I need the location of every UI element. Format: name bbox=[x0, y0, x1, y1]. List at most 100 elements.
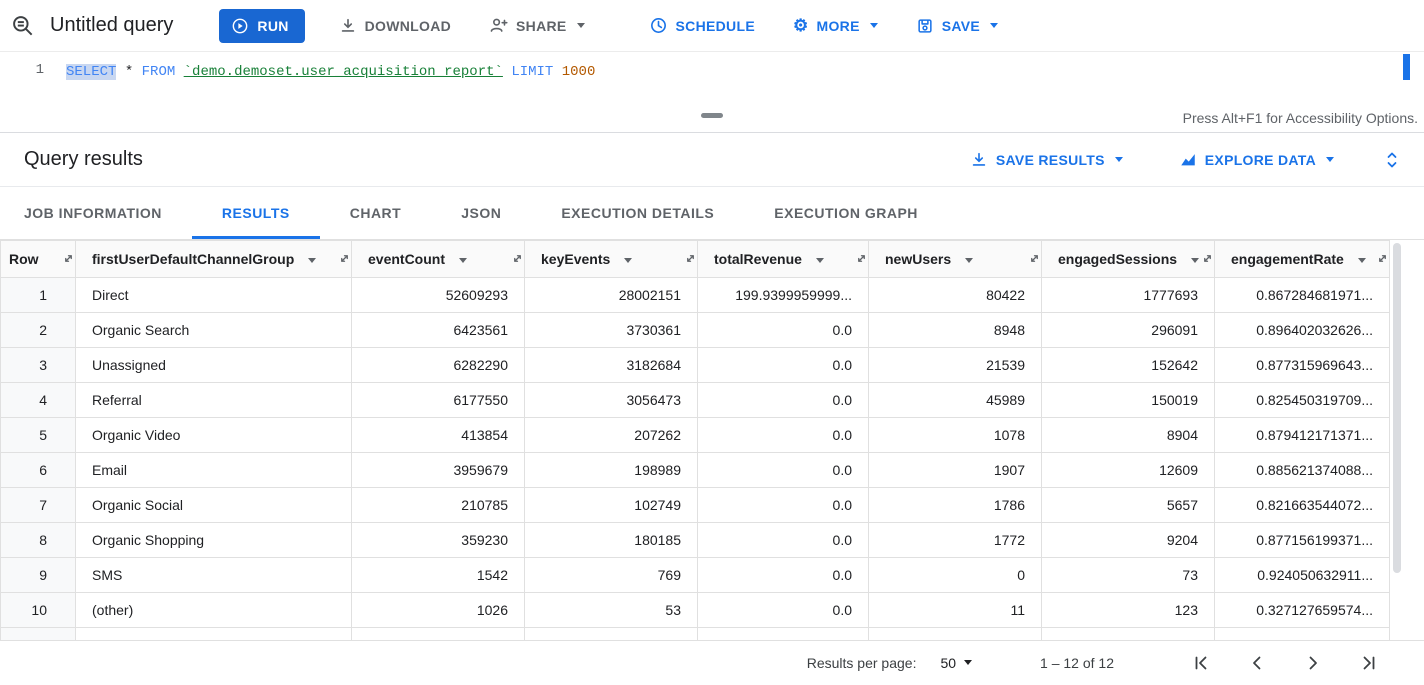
new-users-cell: 1907 bbox=[869, 453, 1042, 488]
page-range-label: 1 – 12 of 12 bbox=[1040, 655, 1114, 671]
page-size-select[interactable]: 50 bbox=[934, 654, 978, 672]
row-number-cell: 8 bbox=[1, 523, 76, 558]
key-events-cell: 180185 bbox=[525, 523, 698, 558]
sql-keyword-limit: LIMIT bbox=[503, 64, 562, 80]
column-header-newUsers[interactable]: newUsers bbox=[869, 241, 1042, 278]
event-count-cell: 52609293 bbox=[352, 278, 525, 313]
engagement-rate-cell: 0.867284681971... bbox=[1215, 278, 1390, 313]
column-header-totalRevenue[interactable]: totalRevenue bbox=[698, 241, 869, 278]
sort-caret-icon[interactable] bbox=[816, 258, 824, 263]
key-events-cell: 3056473 bbox=[525, 383, 698, 418]
channel-group-cell: Referral bbox=[76, 383, 352, 418]
table-row: 11 Paid Social 997 494 0.0 6 6 1.0 bbox=[1, 628, 1390, 641]
schedule-button[interactable]: SCHEDULE bbox=[645, 10, 759, 41]
play-circle-icon bbox=[231, 17, 249, 35]
key-events-cell: 769 bbox=[525, 558, 698, 593]
channel-group-cell: Organic Video bbox=[76, 418, 352, 453]
sql-keyword-from: FROM bbox=[142, 64, 184, 80]
editor-results-splitter: Press Alt+F1 for Accessibility Options. bbox=[0, 104, 1424, 133]
channel-group-cell: Unassigned bbox=[76, 348, 352, 383]
first-page-icon bbox=[1191, 653, 1211, 673]
table-vertical-scrollbar[interactable] bbox=[1393, 240, 1401, 640]
column-header-row[interactable]: Row bbox=[1, 241, 76, 278]
row-number-cell: 3 bbox=[1, 348, 76, 383]
engaged-sessions-cell: 150019 bbox=[1042, 383, 1215, 418]
column-resize-handle-icon[interactable] bbox=[1202, 253, 1213, 264]
expand-results-button[interactable] bbox=[1380, 148, 1404, 172]
channel-group-cell: (other) bbox=[76, 593, 352, 628]
event-count-cell: 413854 bbox=[352, 418, 525, 453]
save-results-button[interactable]: SAVE RESULTS bbox=[964, 150, 1129, 170]
sort-caret-icon[interactable] bbox=[965, 258, 973, 263]
splitter-drag-handle[interactable] bbox=[701, 113, 723, 118]
sql-table-reference-link[interactable]: `demo.demoset.user_acquisition_report` bbox=[184, 64, 503, 80]
tab-json[interactable]: JSON bbox=[431, 187, 531, 239]
new-users-cell: 8948 bbox=[869, 313, 1042, 348]
sql-keyword-select: SELECT bbox=[66, 64, 116, 80]
new-users-cell: 0 bbox=[869, 558, 1042, 593]
sort-caret-icon[interactable] bbox=[1358, 258, 1366, 263]
engaged-sessions-cell: 1777693 bbox=[1042, 278, 1215, 313]
column-resize-handle-icon[interactable] bbox=[1377, 253, 1388, 264]
channel-group-cell: Email bbox=[76, 453, 352, 488]
event-count-cell: 359230 bbox=[352, 523, 525, 558]
previous-page-button[interactable] bbox=[1244, 650, 1270, 676]
next-page-button[interactable] bbox=[1300, 650, 1326, 676]
column-header-firstUserDefaultChannelGroup[interactable]: firstUserDefaultChannelGroup bbox=[76, 241, 352, 278]
explore-data-button[interactable]: EXPLORE DATA bbox=[1173, 150, 1340, 170]
sql-editor[interactable]: 1 SELECT * FROM `demo.demoset.user_acqui… bbox=[0, 52, 1424, 104]
new-users-cell: 6 bbox=[869, 628, 1042, 641]
run-button[interactable]: RUN bbox=[219, 9, 304, 43]
column-header-eventCount[interactable]: eventCount bbox=[352, 241, 525, 278]
column-resize-handle-icon[interactable] bbox=[856, 253, 867, 264]
tab-results[interactable]: RESULTS bbox=[192, 187, 320, 239]
sort-caret-icon[interactable] bbox=[1191, 258, 1199, 263]
column-header-engagementRate[interactable]: engagementRate bbox=[1215, 241, 1390, 278]
chevron-down-icon bbox=[964, 660, 972, 665]
more-button[interactable]: ⚙ MORE bbox=[789, 11, 882, 40]
column-resize-handle-icon[interactable] bbox=[63, 253, 74, 264]
pagination-footer: Results per page: 50 1 – 12 of 12 bbox=[0, 640, 1424, 684]
channel-group-cell: Paid Social bbox=[76, 628, 352, 641]
sort-caret-icon[interactable] bbox=[308, 258, 316, 263]
share-button[interactable]: SHARE bbox=[485, 10, 589, 41]
column-resize-handle-icon[interactable] bbox=[685, 253, 696, 264]
tab-job-information[interactable]: JOB INFORMATION bbox=[0, 187, 192, 239]
row-number-cell: 9 bbox=[1, 558, 76, 593]
total-revenue-cell: 0.0 bbox=[698, 313, 869, 348]
tab-execution-graph[interactable]: EXECUTION GRAPH bbox=[744, 187, 948, 239]
save-icon bbox=[916, 17, 934, 35]
new-users-cell: 1078 bbox=[869, 418, 1042, 453]
column-resize-handle-icon[interactable] bbox=[1029, 253, 1040, 264]
engagement-rate-cell: 0.924050632911... bbox=[1215, 558, 1390, 593]
column-resize-handle-icon[interactable] bbox=[512, 253, 523, 264]
editor-line-number: 1 bbox=[0, 52, 56, 104]
key-events-cell: 53 bbox=[525, 593, 698, 628]
save-button[interactable]: SAVE bbox=[912, 11, 1002, 41]
tab-chart[interactable]: CHART bbox=[320, 187, 432, 239]
key-events-cell: 494 bbox=[525, 628, 698, 641]
first-page-button[interactable] bbox=[1188, 650, 1214, 676]
row-number-cell: 2 bbox=[1, 313, 76, 348]
scrollbar-thumb[interactable] bbox=[1393, 243, 1401, 573]
tab-execution-details[interactable]: EXECUTION DETAILS bbox=[531, 187, 744, 239]
person-add-icon bbox=[489, 16, 508, 35]
row-number-cell: 1 bbox=[1, 278, 76, 313]
engagement-rate-cell: 0.877156199371... bbox=[1215, 523, 1390, 558]
total-revenue-cell: 0.0 bbox=[698, 488, 869, 523]
column-resize-handle-icon[interactable] bbox=[339, 253, 350, 264]
sort-caret-icon[interactable] bbox=[624, 258, 632, 263]
chevron-down-icon bbox=[1326, 157, 1334, 162]
engagement-rate-cell: 0.879412171371... bbox=[1215, 418, 1390, 453]
column-header-engagedSessions[interactable]: engagedSessions bbox=[1042, 241, 1215, 278]
download-button[interactable]: DOWNLOAD bbox=[335, 11, 455, 41]
total-revenue-cell: 0.0 bbox=[698, 593, 869, 628]
last-page-button[interactable] bbox=[1356, 650, 1382, 676]
total-revenue-cell: 0.0 bbox=[698, 558, 869, 593]
table-row: 7 Organic Social 210785 102749 0.0 1786 … bbox=[1, 488, 1390, 523]
table-row: 10 (other) 1026 53 0.0 11 123 0.32712765… bbox=[1, 593, 1390, 628]
editor-scrollbar-thumb[interactable] bbox=[1403, 54, 1410, 80]
sort-caret-icon[interactable] bbox=[459, 258, 467, 263]
column-header-keyEvents[interactable]: keyEvents bbox=[525, 241, 698, 278]
chevron-down-icon bbox=[577, 23, 585, 28]
